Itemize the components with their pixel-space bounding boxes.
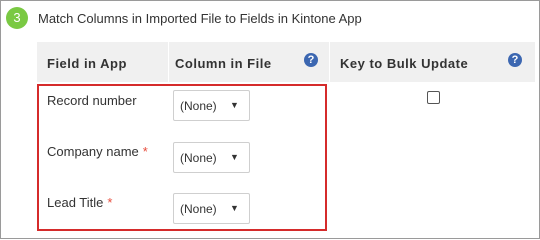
column-select-record-number[interactable]: (None) ▼ — [173, 90, 250, 121]
column-select-lead-title[interactable]: (None) ▼ — [173, 193, 250, 224]
field-label-record-number: Record number — [47, 93, 137, 108]
header-field-in-app: Field in App — [47, 56, 127, 71]
header-key-to-bulk-update: Key to Bulk Update — [340, 56, 469, 71]
table-header: Field in App Column in File ? Key to Bul… — [37, 42, 535, 82]
field-label-company-name: Company name * — [47, 144, 148, 159]
question-icon[interactable]: ? — [304, 53, 318, 67]
question-icon[interactable]: ? — [508, 53, 522, 67]
column-select-company-name[interactable]: (None) ▼ — [173, 142, 250, 173]
select-value: (None) — [180, 202, 217, 216]
field-label-lead-title: Lead Title * — [47, 195, 113, 210]
required-marker: * — [142, 144, 148, 159]
required-marker: * — [107, 195, 113, 210]
key-to-bulk-update-checkbox[interactable] — [427, 91, 440, 104]
dropdown-caret-icon: ▼ — [230, 100, 239, 110]
column-divider — [329, 42, 330, 82]
dropdown-caret-icon: ▼ — [230, 152, 239, 162]
step-number-badge: 3 — [6, 7, 28, 29]
header-column-in-file: Column in File — [175, 56, 272, 71]
dropdown-caret-icon: ▼ — [230, 203, 239, 213]
column-divider — [168, 42, 169, 82]
select-value: (None) — [180, 151, 217, 165]
step-title: Match Columns in Imported File to Fields… — [38, 11, 362, 26]
select-value: (None) — [180, 99, 217, 113]
